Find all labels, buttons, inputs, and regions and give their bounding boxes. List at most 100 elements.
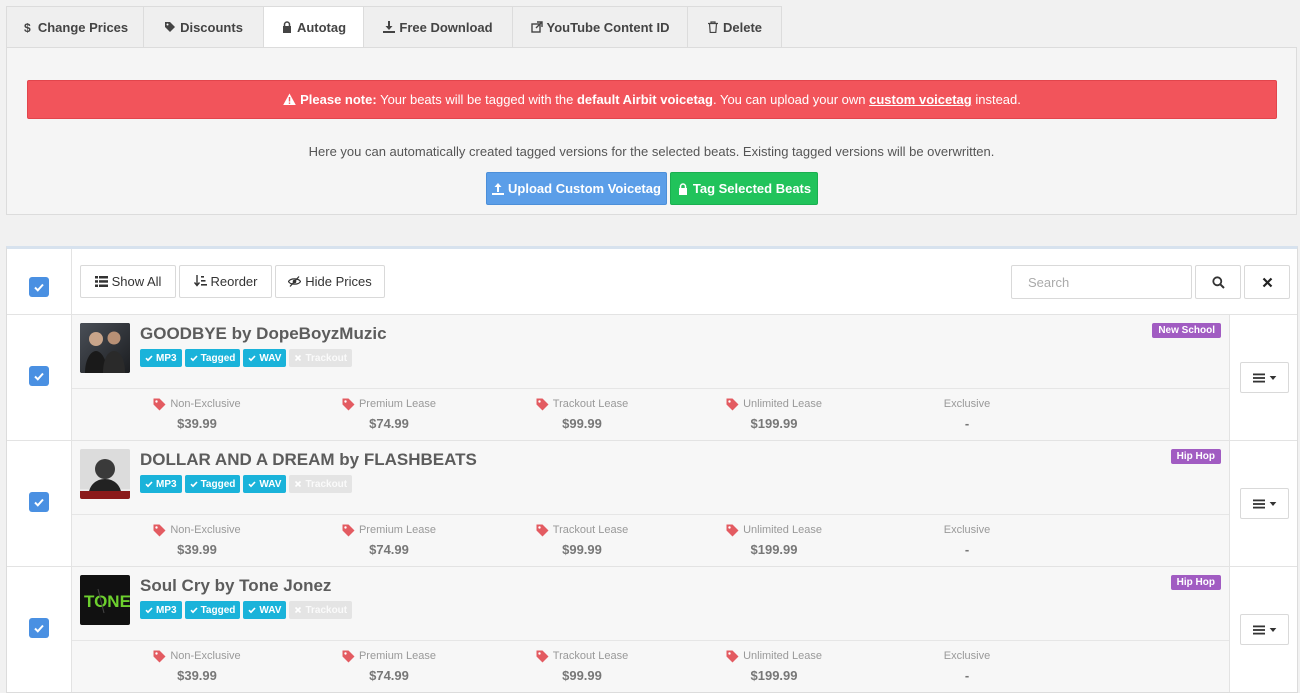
search-input[interactable] [1011,265,1192,299]
alert-text: instead. [975,92,1021,107]
x-icon [295,606,302,614]
tag-selected-beats-button[interactable]: Tag Selected Beats [670,172,818,205]
badge-label: Tagged [200,478,236,490]
check-icon [189,355,198,362]
license-price: - [964,542,970,557]
beat-title[interactable]: GOODBYE by DopeBoyzMuzic [140,324,387,344]
beat-title[interactable]: DOLLAR AND A DREAM by FLASHBEATS [140,450,477,470]
license-name: Non-Exclusive [127,523,267,537]
beat-cover-image[interactable] [80,323,130,373]
sort-icon [193,275,207,287]
search-icon [1211,275,1225,289]
list-icon [94,276,108,287]
license-label: Non-Exclusive [170,524,241,536]
beat-actions-menu-button[interactable] [1240,614,1289,645]
beat-header: TONE Soul Cry by Tone Jonez MP3 Tagged WAV… [72,567,1229,641]
lock-icon [282,21,291,33]
menu-icon [1252,499,1265,508]
file-badges: MP3 Tagged WAV Trackout [140,601,353,619]
beats-table: Show All Reorder Hide Prices GOODBYE by … [6,246,1298,693]
upload-custom-voicetag-button[interactable]: Upload Custom Voicetag [486,172,667,205]
badge-label: WAV [259,478,282,490]
beat-select-checkbox[interactable] [29,492,49,512]
search-button[interactable] [1195,265,1241,299]
beat-row: GOODBYE by DopeBoyzMuzic MP3 Tagged WAV Tra… [7,315,1297,441]
dollar-icon: $ [24,21,31,33]
check-icon [145,481,153,488]
tab-change-prices[interactable]: $ Change Prices [6,6,143,48]
hide-prices-button[interactable]: Hide Prices [275,265,385,298]
beat-row: TONE Soul Cry by Tone Jonez MP3 Tagged WAV… [7,567,1297,692]
badge-label: Tagged [200,352,236,364]
beat-cover-image[interactable]: TONE [80,575,130,625]
badge-label: Tagged [200,604,236,616]
license-name: Unlimited Lease [704,649,844,663]
custom-voicetag-link[interactable]: custom voicetag [869,92,972,107]
license-price: - [964,668,970,683]
license-price: $199.99 [750,542,798,557]
select-all-checkbox[interactable] [29,277,49,297]
license-name: Non-Exclusive [127,397,267,411]
license-label: Premium Lease [358,398,437,410]
beat-details: DOLLAR AND A DREAM by FLASHBEATS MP3 Tagg… [72,441,1230,566]
license-name: Unlimited Lease [704,523,844,537]
tab-label: Delete [722,19,763,35]
alert-prefix: Please note: [300,92,377,107]
check-icon [34,372,44,381]
check-icon [189,607,198,614]
badge-label: MP3 [156,604,177,616]
voicetag-alert: Please note: Your beats will be tagged w… [27,80,1277,119]
badge-label: WAV [259,604,282,616]
file-badge-mp3: MP3 [140,349,182,367]
price-cell: Trackout Lease $99.99 [512,649,652,683]
badge-label: Trackout [305,604,348,616]
beat-header: DOLLAR AND A DREAM by FLASHBEATS MP3 Tagg… [72,441,1229,515]
tab-youtube-content-id[interactable]: YouTube Content ID [512,6,687,48]
reorder-button[interactable]: Reorder [179,265,272,298]
caret-down-icon [1269,501,1276,506]
license-name: Premium Lease [319,649,459,663]
license-price: $74.99 [369,416,409,431]
beat-select-checkbox[interactable] [29,366,49,386]
beat-cover-image[interactable] [80,449,130,499]
download-icon [383,21,396,33]
beat-details: GOODBYE by DopeBoyzMuzic MP3 Tagged WAV Tra… [72,315,1230,440]
check-icon [34,624,44,633]
license-label: Premium Lease [358,650,437,662]
tab-free-download[interactable]: Free Download [363,6,512,48]
price-cell: Premium Lease $74.99 [319,397,459,431]
check-icon [248,607,256,614]
price-cell: Exclusive - [897,397,1037,431]
row-select-column [7,441,72,566]
check-icon [248,481,256,488]
tag-icon [342,398,355,410]
license-price: - [964,416,970,431]
genre-badge: Hip Hop [1170,575,1221,590]
clear-search-button[interactable] [1244,265,1290,299]
tab-delete[interactable]: Delete [687,6,782,48]
alert-text: Your beats will be tagged with the [380,92,574,107]
file-badge-wav: WAV [243,349,287,367]
license-label: Unlimited Lease [743,650,822,662]
x-icon [295,480,302,488]
external-link-icon [530,21,543,33]
beat-actions-menu-button[interactable] [1240,488,1289,519]
select-all-column [7,249,72,314]
tab-autotag[interactable]: Autotag [263,6,363,48]
price-cell: Premium Lease $74.99 [319,649,459,683]
beat-title[interactable]: Soul Cry by Tone Jonez [140,576,331,596]
license-name: Non-Exclusive [127,649,267,663]
show-all-button[interactable]: Show All [80,265,176,298]
genre-badge: New School [1152,323,1221,338]
license-price: $99.99 [562,668,602,683]
tab-discounts[interactable]: Discounts [143,6,263,48]
license-name: Trackout Lease [512,649,652,663]
upload-icon [492,182,505,195]
license-label: Unlimited Lease [743,398,822,410]
beat-select-checkbox[interactable] [29,618,49,638]
table-toolbar: Show All Reorder Hide Prices [7,249,1297,315]
file-badge-tagged: Tagged [184,475,241,493]
license-label: Non-Exclusive [170,398,241,410]
button-label: Hide Prices [305,274,372,289]
beat-actions-menu-button[interactable] [1240,362,1289,393]
